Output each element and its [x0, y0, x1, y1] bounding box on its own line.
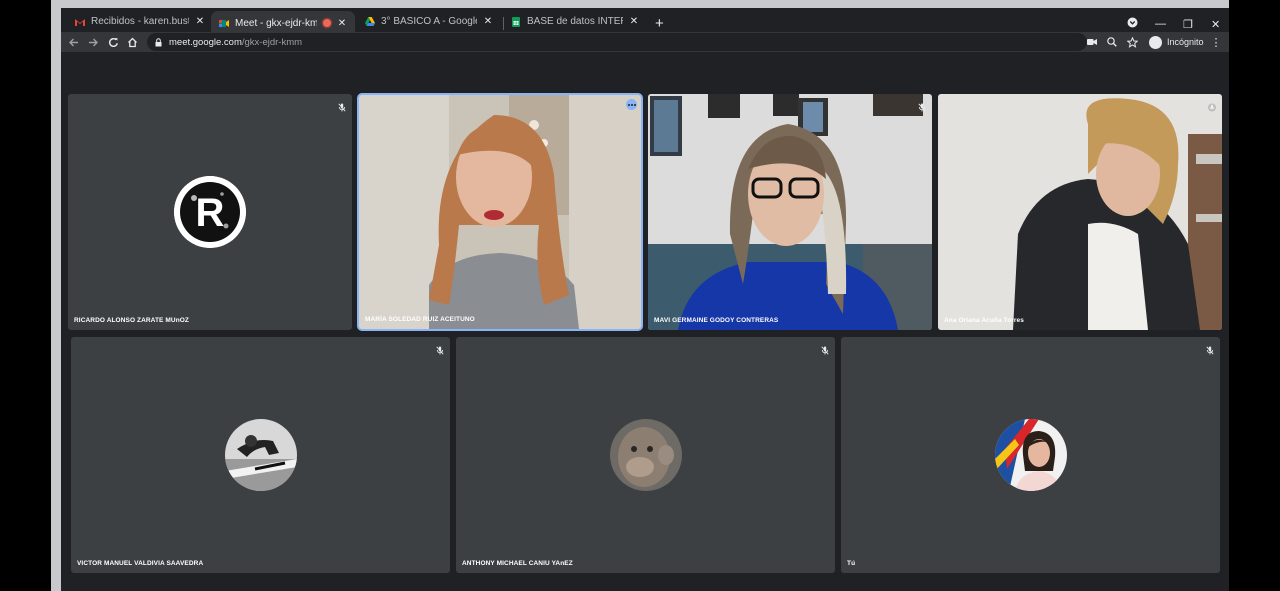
close-tab-icon[interactable]: ✕: [337, 18, 347, 29]
incognito-label: Incógnito: [1167, 37, 1204, 47]
home-icon[interactable]: [124, 34, 140, 50]
close-tab-icon[interactable]: ✕: [483, 16, 493, 27]
close-window-icon[interactable]: ✕: [1211, 18, 1220, 31]
participant-tile[interactable]: R RICARDO ALONSO ZARATE MUnOZ: [68, 94, 352, 330]
browser-toolbar: meet.google.com/gkx-ejdr-kmm Incógnito ⋮: [61, 32, 1229, 52]
tab-sheets[interactable]: BASE de datos INTERVENCION ✕: [503, 11, 647, 32]
monkey-photo-avatar: [609, 419, 682, 491]
new-tab-button[interactable]: +: [655, 16, 664, 31]
menu-kebab-icon[interactable]: ⋮: [1208, 34, 1224, 50]
incognito-icon: [1149, 35, 1162, 49]
muted-mic-icon: [821, 342, 829, 355]
restore-icon[interactable]: ❐: [1183, 18, 1193, 31]
participant-name: Tú: [847, 560, 856, 567]
participant-tile[interactable]: Ana Oriana Acuña Torres: [938, 94, 1222, 330]
background-desktop-edge: [51, 0, 61, 591]
url-host: meet.google.com: [169, 36, 242, 48]
participant-video: [938, 94, 1222, 330]
tab-title: BASE de datos INTERVENCION: [527, 16, 623, 27]
close-tab-icon[interactable]: ✕: [629, 16, 639, 27]
recording-indicator-icon: [323, 19, 331, 27]
camera-in-use-icon[interactable]: [1084, 34, 1100, 50]
svg-text:R: R: [196, 191, 225, 235]
muted-mic-icon: [918, 99, 926, 112]
reload-icon[interactable]: [105, 34, 121, 50]
muted-mic-icon: [1206, 342, 1214, 355]
participant-name: Ana Oriana Acuña Torres: [944, 317, 1024, 324]
self-photo-avatar: [994, 419, 1067, 491]
participant-tile[interactable]: VICTOR MANUEL VALDIVIA SAAVEDRA: [71, 337, 450, 573]
more-options-button[interactable]: [626, 99, 637, 110]
tab-title: Meet - gkx-ejdr-kmm: [235, 17, 317, 29]
r-logo-avatar: R: [174, 176, 246, 248]
participant-name: RICARDO ALONSO ZARATE MUnOZ: [74, 317, 189, 324]
muted-mic-icon: [1208, 99, 1216, 112]
tab-title: 3° BÁSICO A - Google Drive: [381, 16, 477, 27]
drive-icon: [365, 17, 375, 27]
participant-name: ANTHONY MICHAEL CANIU YAnEZ: [462, 560, 573, 567]
incognito-badge[interactable]: Incógnito: [1149, 34, 1204, 50]
meet-grid: R RICARDO ALONSO ZARATE MUnOZ MARÍA SOLE…: [61, 52, 1229, 591]
participant-tile-speaking[interactable]: MARÍA SOLEDAD RUIZ ACEITUNO: [359, 95, 641, 329]
sheets-icon: [511, 16, 521, 27]
zoom-icon[interactable]: [1104, 34, 1120, 50]
meet-icon: [219, 18, 229, 28]
participant-video: [359, 95, 641, 329]
participant-name: VICTOR MANUEL VALDIVIA SAAVEDRA: [77, 560, 204, 567]
tab-gmail[interactable]: Recibidos - karen.bustamante@d ✕: [67, 11, 213, 32]
back-icon[interactable]: [65, 34, 81, 50]
participant-name: MAVI GERMAINE GODOY CONTRERAS: [654, 317, 779, 324]
tab-search-icon[interactable]: [1127, 17, 1138, 31]
address-bar[interactable]: meet.google.com/gkx-ejdr-kmm: [147, 33, 1087, 51]
skater-photo-avatar: [224, 419, 297, 491]
participant-video: [648, 94, 932, 330]
minimize-icon[interactable]: —: [1155, 18, 1166, 30]
tab-strip: Recibidos - karen.bustamante@d ✕ Meet - …: [61, 0, 1229, 35]
tab-drive[interactable]: 3° BÁSICO A - Google Drive ✕: [357, 11, 501, 32]
muted-mic-icon: [338, 99, 346, 112]
gmail-icon: [75, 17, 85, 27]
forward-icon[interactable]: [85, 34, 101, 50]
participant-tile[interactable]: ANTHONY MICHAEL CANIU YAnEZ: [456, 337, 835, 573]
screen: Recibidos - karen.bustamante@d ✕ Meet - …: [0, 0, 1280, 591]
bookmark-star-icon[interactable]: [1124, 34, 1140, 50]
muted-mic-icon: [436, 342, 444, 355]
participant-tile[interactable]: MAVI GERMAINE GODOY CONTRERAS: [648, 94, 932, 330]
close-tab-icon[interactable]: ✕: [195, 16, 205, 27]
tab-title: Recibidos - karen.bustamante@d: [91, 16, 189, 27]
participant-tile-self[interactable]: Tú: [841, 337, 1220, 573]
lock-icon: [155, 37, 162, 47]
browser-window: Recibidos - karen.bustamante@d ✕ Meet - …: [61, 0, 1229, 591]
participant-name: MARÍA SOLEDAD RUIZ ACEITUNO: [365, 316, 475, 323]
url-path: /gkx-ejdr-kmm: [241, 36, 303, 48]
